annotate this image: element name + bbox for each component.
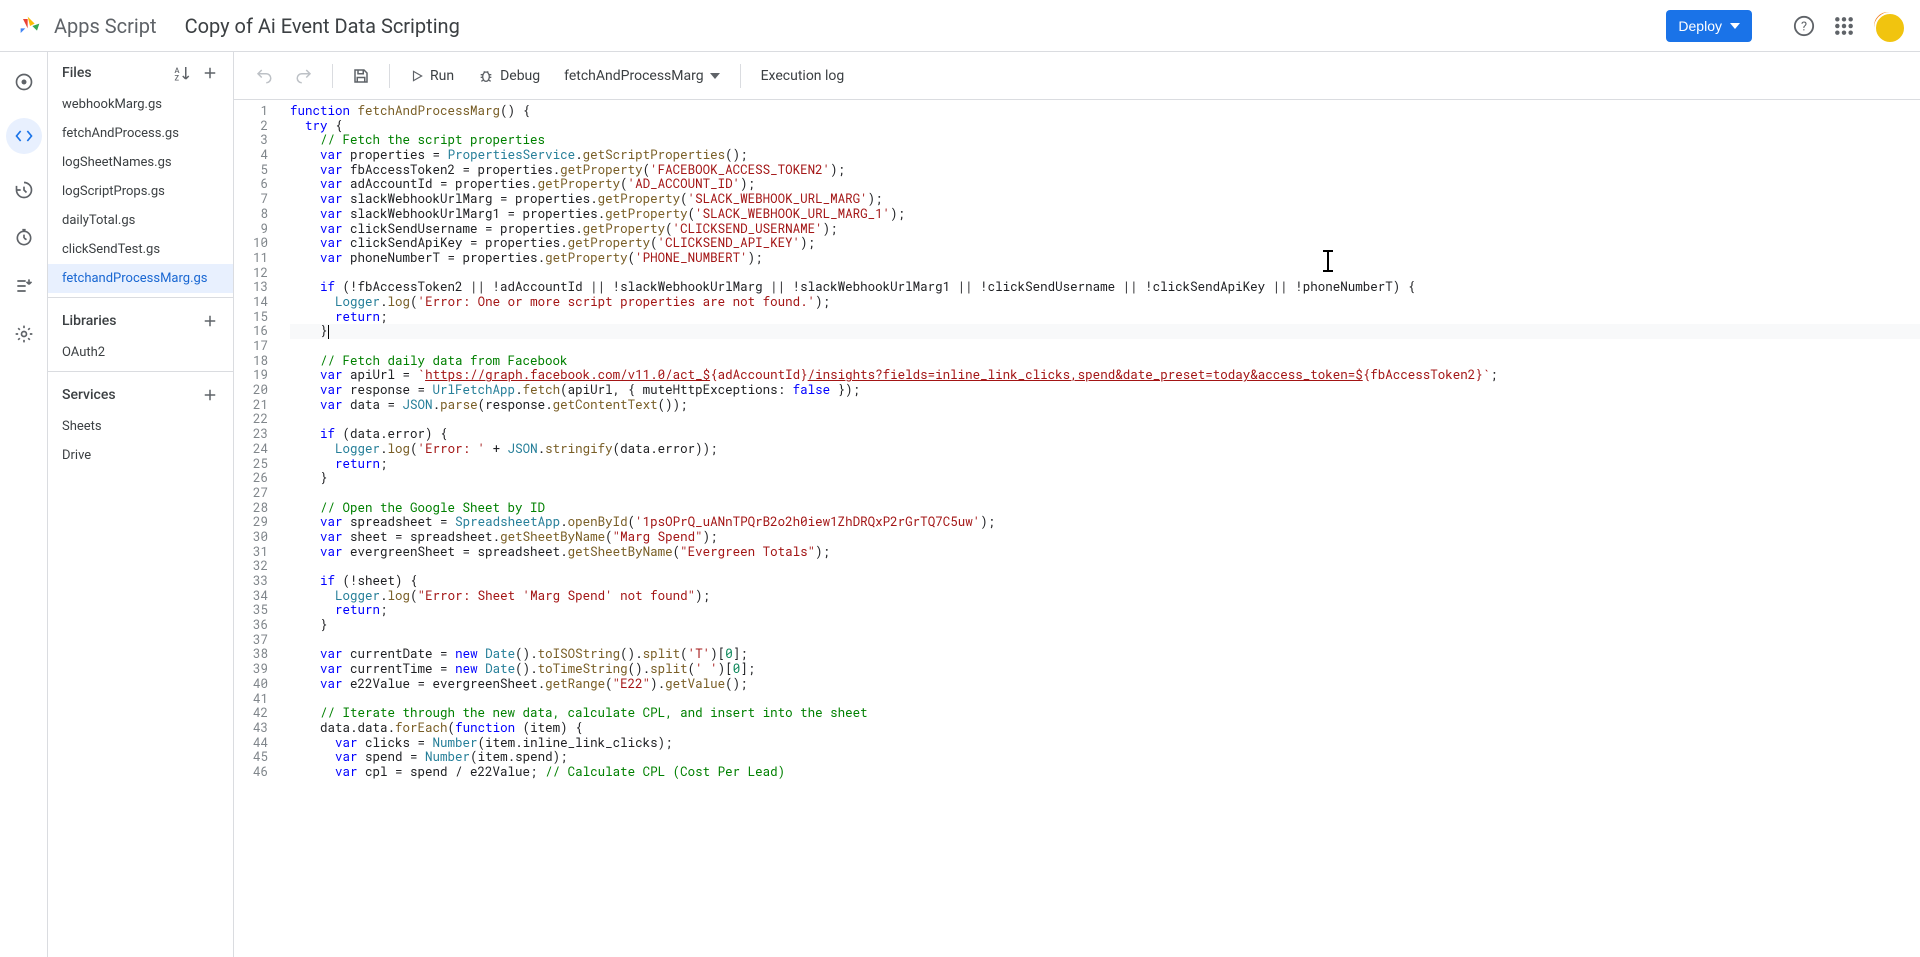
bug-icon bbox=[478, 68, 494, 84]
sort-icon[interactable]: AZ bbox=[173, 64, 191, 82]
chevron-down-icon bbox=[1730, 23, 1740, 29]
deploy-button[interactable]: Deploy bbox=[1666, 10, 1752, 42]
play-icon bbox=[410, 69, 424, 83]
code-content[interactable]: function fetchAndProcessMarg() { try { /… bbox=[282, 100, 1920, 957]
files-sidebar: Files AZ webhookMarg.gsfetchAndProcess.g… bbox=[48, 52, 234, 957]
account-avatar[interactable] bbox=[1872, 10, 1904, 42]
nav-triggers-icon[interactable] bbox=[12, 226, 36, 250]
line-gutter: 1234567891011121314151617181920212223242… bbox=[234, 100, 282, 957]
editor-area: Run Debug fetchAndProcessMarg Execution … bbox=[234, 52, 1920, 957]
redo-icon[interactable] bbox=[286, 58, 322, 94]
libraries-section-header: Libraries bbox=[48, 297, 233, 338]
execution-log-label: Execution log bbox=[761, 68, 845, 84]
svg-text:?: ? bbox=[1801, 19, 1807, 34]
save-icon[interactable] bbox=[343, 58, 379, 94]
file-item[interactable]: logSheetNames.gs bbox=[48, 148, 233, 177]
run-label: Run bbox=[430, 68, 454, 84]
apps-grid-icon[interactable] bbox=[1832, 14, 1856, 38]
deploy-label: Deploy bbox=[1678, 18, 1722, 34]
service-item[interactable]: Drive bbox=[48, 441, 233, 470]
chevron-down-icon bbox=[710, 73, 720, 79]
function-selector[interactable]: fetchAndProcessMarg bbox=[554, 62, 729, 90]
execution-log-button[interactable]: Execution log bbox=[751, 62, 855, 90]
debug-button[interactable]: Debug bbox=[468, 62, 550, 90]
project-title[interactable]: Copy of Ai Event Data Scripting bbox=[185, 14, 1667, 38]
undo-icon[interactable] bbox=[246, 58, 282, 94]
editor-toolbar: Run Debug fetchAndProcessMarg Execution … bbox=[234, 52, 1920, 100]
nav-executions-icon[interactable] bbox=[12, 274, 36, 298]
file-item[interactable]: clickSendTest.gs bbox=[48, 235, 233, 264]
file-item[interactable]: fetchandProcessMarg.gs bbox=[48, 264, 233, 293]
app-header: Apps Script Copy of Ai Event Data Script… bbox=[0, 0, 1920, 52]
code-editor[interactable]: 1234567891011121314151617181920212223242… bbox=[234, 100, 1920, 957]
services-label: Services bbox=[62, 387, 116, 403]
service-item[interactable]: Sheets bbox=[48, 412, 233, 441]
nav-triggers-history-icon[interactable] bbox=[12, 178, 36, 202]
file-item[interactable]: logScriptProps.gs bbox=[48, 177, 233, 206]
apps-script-logo bbox=[16, 12, 44, 40]
files-label: Files bbox=[62, 65, 92, 81]
function-selected-label: fetchAndProcessMarg bbox=[564, 68, 703, 84]
run-button[interactable]: Run bbox=[400, 62, 464, 90]
libraries-label: Libraries bbox=[62, 313, 116, 329]
file-item[interactable]: fetchAndProcess.gs bbox=[48, 119, 233, 148]
library-item[interactable]: OAuth2 bbox=[48, 338, 233, 367]
add-library-icon[interactable] bbox=[201, 312, 219, 330]
svg-text:Z: Z bbox=[175, 74, 180, 83]
nav-editor-icon[interactable] bbox=[6, 118, 42, 154]
add-file-icon[interactable] bbox=[201, 64, 219, 82]
file-item[interactable]: dailyTotal.gs bbox=[48, 206, 233, 235]
debug-label: Debug bbox=[500, 68, 540, 84]
app-name: Apps Script bbox=[54, 14, 157, 38]
files-section-header: Files AZ bbox=[48, 52, 233, 90]
file-item[interactable]: webhookMarg.gs bbox=[48, 90, 233, 119]
help-icon[interactable]: ? bbox=[1792, 14, 1816, 38]
nav-settings-icon[interactable] bbox=[12, 322, 36, 346]
nav-overview-icon[interactable] bbox=[12, 70, 36, 94]
nav-rail bbox=[0, 52, 48, 957]
add-service-icon[interactable] bbox=[201, 386, 219, 404]
services-section-header: Services bbox=[48, 371, 233, 412]
